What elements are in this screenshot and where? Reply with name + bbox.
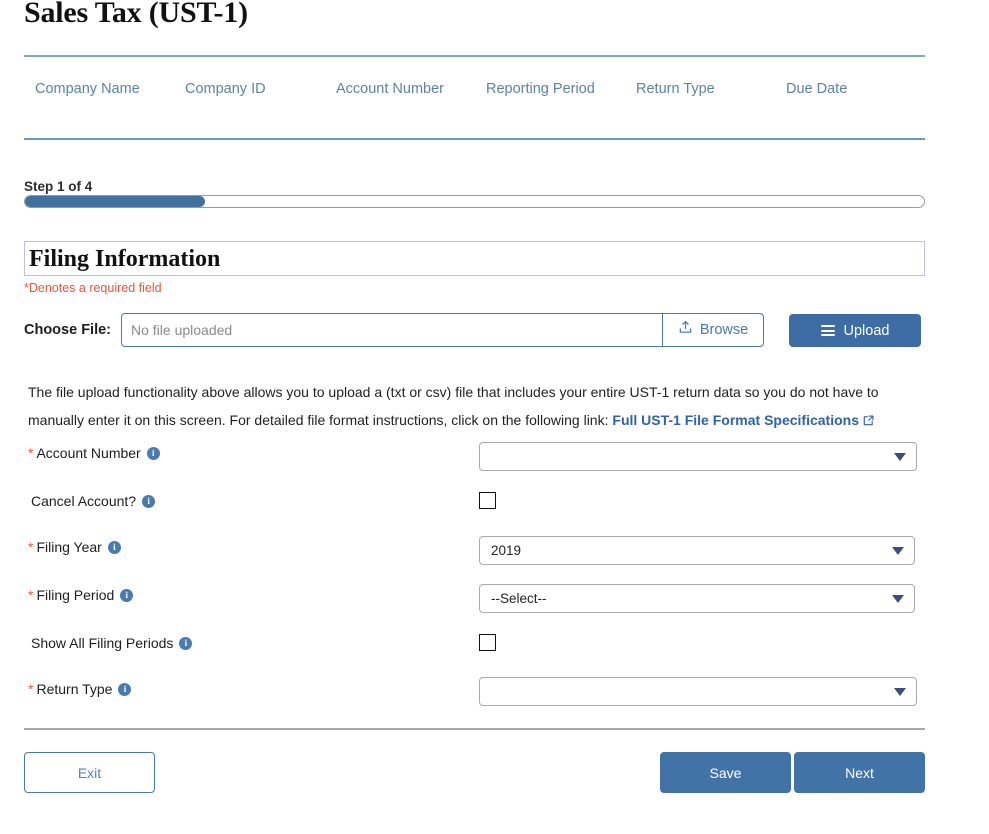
label-text: Account Number <box>36 445 140 461</box>
select-filing-period[interactable]: --Select-- <box>479 584 915 613</box>
summary-column-due-date: Due Date <box>786 81 847 97</box>
info-icon[interactable]: i <box>120 589 133 602</box>
summary-column-return-type: Return Type <box>636 81 715 97</box>
page-title: Sales Tax (UST-1) <box>24 0 248 30</box>
field-label-return-type: * Return Type i <box>28 681 131 697</box>
upload-button-label: Upload <box>844 323 890 339</box>
next-button-label: Next <box>845 765 874 781</box>
chevron-down-icon <box>892 595 904 603</box>
info-icon[interactable]: i <box>118 683 131 696</box>
upload-button[interactable]: Upload <box>789 314 921 347</box>
required-asterisk: * <box>28 446 33 460</box>
select-filing-year-value: 2019 <box>491 543 521 558</box>
save-button[interactable]: Save <box>660 752 791 793</box>
label-text: Return Type <box>36 681 112 697</box>
exit-button[interactable]: Exit <box>24 752 155 793</box>
required-field-note: *Denotes a required field <box>24 281 162 295</box>
save-button-label: Save <box>710 765 742 781</box>
label-text: Filing Period <box>36 587 114 603</box>
label-text: Show All Filing Periods <box>31 635 173 651</box>
list-lines-icon <box>821 323 835 339</box>
file-upload-instructions: The file upload functionality above allo… <box>28 378 923 436</box>
chevron-down-icon <box>894 453 906 461</box>
info-icon[interactable]: i <box>142 495 155 508</box>
next-button[interactable]: Next <box>794 752 925 793</box>
footer-divider <box>24 728 925 730</box>
select-account-number[interactable] <box>479 442 917 471</box>
summary-column-company-name: Company Name <box>35 81 140 97</box>
checkbox-cancel-account[interactable] <box>479 492 496 509</box>
info-icon[interactable]: i <box>179 637 192 650</box>
info-icon[interactable]: i <box>147 447 160 460</box>
field-label-cancel-account: Cancel Account? i <box>28 493 155 509</box>
chevron-down-icon <box>892 547 904 555</box>
summary-column-account-number: Account Number <box>336 81 444 97</box>
select-filing-year[interactable]: 2019 <box>479 536 915 565</box>
label-text: Filing Year <box>36 539 101 555</box>
progress-bar <box>24 195 925 208</box>
summary-column-company-id: Company ID <box>185 81 266 97</box>
chevron-down-icon <box>894 688 906 696</box>
select-return-type[interactable] <box>479 677 917 706</box>
info-icon[interactable]: i <box>108 541 121 554</box>
summary-column-reporting-period: Reporting Period <box>486 81 595 97</box>
file-format-specifications-link[interactable]: Full UST-1 File Format Specifications <box>612 412 859 428</box>
external-link-icon <box>862 408 875 436</box>
file-name-input[interactable]: No file uploaded <box>121 313 663 347</box>
field-label-filing-period: * Filing Period i <box>28 587 133 603</box>
required-asterisk: * <box>28 682 33 696</box>
choose-file-label: Choose File: <box>24 322 111 338</box>
checkbox-show-all-filing-periods[interactable] <box>479 634 496 651</box>
browse-button[interactable]: Browse <box>662 313 764 347</box>
required-asterisk: * <box>28 588 33 602</box>
panel-heading: Filing Information <box>25 247 220 271</box>
required-asterisk: * <box>28 540 33 554</box>
browse-button-label: Browse <box>700 322 748 338</box>
exit-button-label: Exit <box>78 765 101 781</box>
label-text: Cancel Account? <box>31 493 136 509</box>
select-filing-period-value: --Select-- <box>491 591 547 606</box>
progress-bar-fill <box>25 196 205 207</box>
filing-information-panel-header: Filing Information <box>24 241 925 276</box>
step-label: Step 1 of 4 <box>24 179 92 194</box>
file-name-placeholder: No file uploaded <box>122 322 232 338</box>
upload-tray-icon <box>678 320 693 340</box>
field-label-account-number: * Account Number i <box>28 445 160 461</box>
return-summary-header: Company Name Company ID Account Number R… <box>24 55 925 140</box>
field-label-show-all-filing-periods: Show All Filing Periods i <box>28 635 192 651</box>
filing-page: Sales Tax (UST-1) Company Name Company I… <box>0 0 989 834</box>
field-label-filing-year: * Filing Year i <box>28 539 121 555</box>
